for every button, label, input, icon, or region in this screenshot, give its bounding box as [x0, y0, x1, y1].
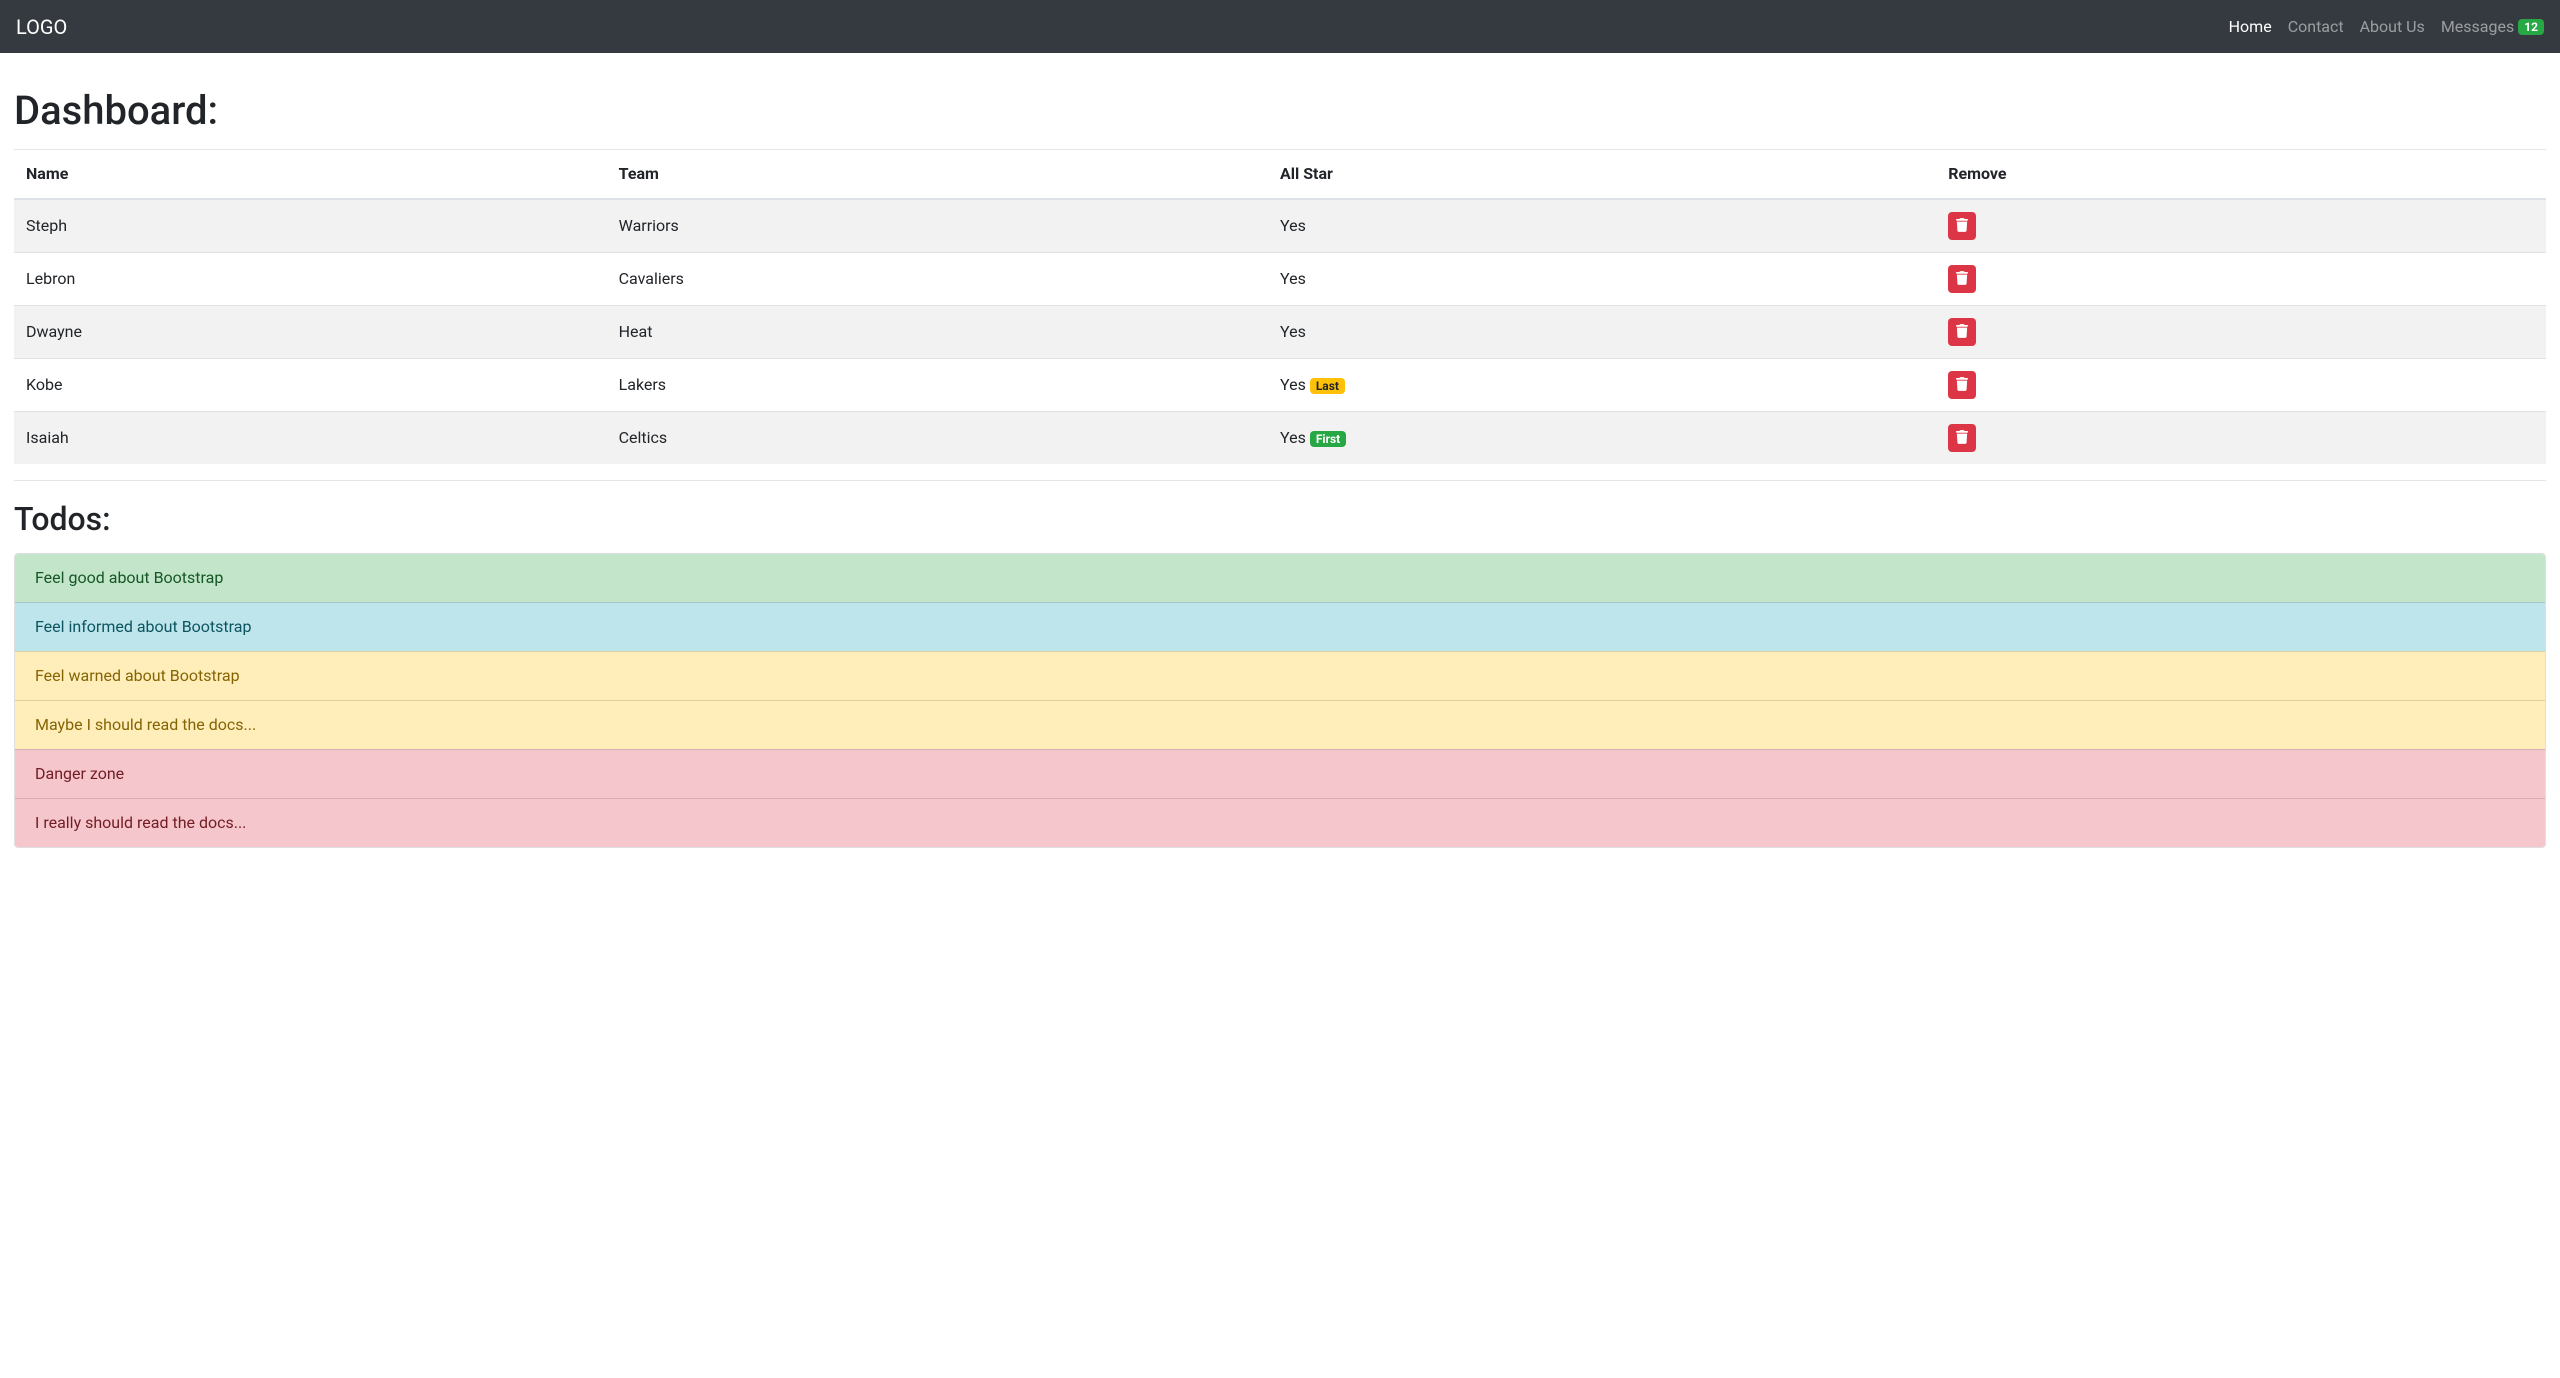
cell-team: Heat [607, 306, 1268, 359]
cell-name: Dwayne [14, 306, 607, 359]
nav-link-messages[interactable]: Messages 12 [2441, 15, 2544, 39]
col-team: Team [607, 150, 1268, 199]
page-title: Dashboard: [14, 81, 2546, 141]
page-container: Dashboard: Name Team All Star Remove Ste… [0, 53, 2560, 862]
allstar-value: Yes [1280, 375, 1306, 394]
col-remove: Remove [1936, 150, 2546, 199]
table-header-row: Name Team All Star Remove [14, 150, 2546, 199]
list-item[interactable]: Feel warned about Bootstrap [15, 651, 2545, 700]
cell-name: Lebron [14, 253, 607, 306]
remove-button[interactable] [1948, 212, 1976, 240]
allstar-badge: Last [1310, 378, 1345, 394]
nav-link-home[interactable]: Home [2229, 15, 2272, 39]
col-name: Name [14, 150, 607, 199]
cell-allstar: Yes First [1268, 412, 1936, 465]
cell-team: Celtics [607, 412, 1268, 465]
nav-link-label: About Us [2360, 15, 2425, 39]
cell-team: Warriors [607, 199, 1268, 253]
list-item[interactable]: Feel good about Bootstrap [15, 554, 2545, 602]
table-row: StephWarriors Yes [14, 199, 2546, 253]
allstar-value: Yes [1280, 216, 1306, 235]
list-item[interactable]: Danger zone [15, 749, 2545, 798]
cell-allstar: Yes Last [1268, 359, 1936, 412]
trash-icon [1956, 430, 1968, 447]
nav-link-contact[interactable]: Contact [2288, 15, 2344, 39]
cell-team: Cavaliers [607, 253, 1268, 306]
cell-remove [1936, 412, 2546, 465]
cell-team: Lakers [607, 359, 1268, 412]
cell-allstar: Yes [1268, 253, 1936, 306]
list-item[interactable]: I really should read the docs... [15, 798, 2545, 847]
navbar: LOGO Home Contact About Us Messages 12 [0, 0, 2560, 53]
remove-button[interactable] [1948, 265, 1976, 293]
table-row: IsaiahCelticsYes First [14, 412, 2546, 465]
allstar-value: Yes [1280, 269, 1306, 288]
nav-badge: 12 [2518, 19, 2544, 35]
trash-icon [1956, 324, 1968, 341]
cell-remove [1936, 359, 2546, 412]
nav-link-label: Messages [2441, 15, 2514, 39]
trash-icon [1956, 218, 1968, 235]
navbar-nav: Home Contact About Us Messages 12 [2229, 15, 2544, 39]
cell-name: Isaiah [14, 412, 607, 465]
cell-remove [1936, 199, 2546, 253]
todos-title: Todos: [14, 495, 2546, 543]
divider [14, 480, 2546, 481]
cell-allstar: Yes [1268, 199, 1936, 253]
remove-button[interactable] [1948, 424, 1976, 452]
players-table: Name Team All Star Remove StephWarriors Y… [14, 150, 2546, 464]
cell-remove [1936, 306, 2546, 359]
allstar-value: Yes [1280, 322, 1306, 341]
list-item[interactable]: Maybe I should read the docs... [15, 700, 2545, 749]
list-item[interactable]: Feel informed about Bootstrap [15, 602, 2545, 651]
table-row: DwayneHeat Yes [14, 306, 2546, 359]
cell-name: Steph [14, 199, 607, 253]
col-allstar: All Star [1268, 150, 1936, 199]
cell-name: Kobe [14, 359, 607, 412]
players-table-body: StephWarriorsYesLebronCavaliersYesDwayne… [14, 199, 2546, 464]
nav-link-about-us[interactable]: About Us [2360, 15, 2425, 39]
trash-icon [1956, 377, 1968, 394]
table-row: KobeLakersYes Last [14, 359, 2546, 412]
allstar-badge: First [1310, 431, 1346, 447]
nav-link-label: Contact [2288, 15, 2344, 39]
cell-remove [1936, 253, 2546, 306]
remove-button[interactable] [1948, 318, 1976, 346]
trash-icon [1956, 271, 1968, 288]
todos-list: Feel good about BootstrapFeel informed a… [14, 553, 2546, 848]
allstar-value: Yes [1280, 428, 1306, 447]
cell-allstar: Yes [1268, 306, 1936, 359]
table-row: LebronCavaliers Yes [14, 253, 2546, 306]
nav-link-label: Home [2229, 15, 2272, 39]
navbar-brand[interactable]: LOGO [16, 12, 67, 42]
remove-button[interactable] [1948, 371, 1976, 399]
